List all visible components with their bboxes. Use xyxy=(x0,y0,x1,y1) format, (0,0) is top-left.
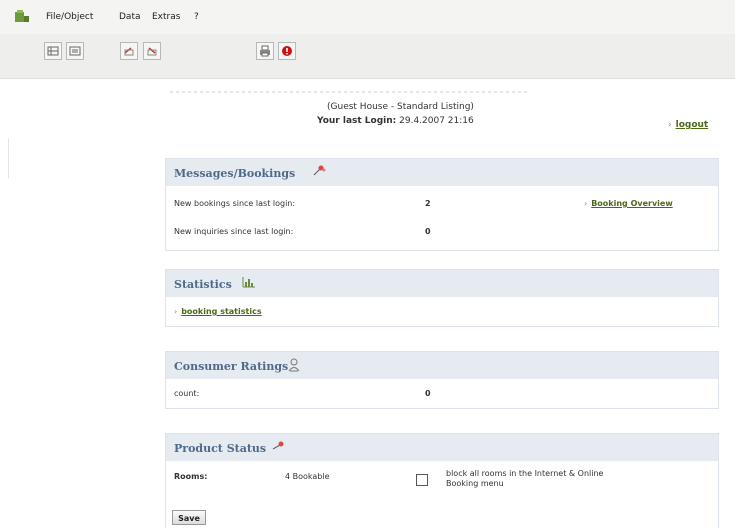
menu-file-object[interactable]: File/Object xyxy=(46,12,93,22)
ratings-panel: Consumer Ratings count: 0 xyxy=(165,351,719,409)
booking-overview: › Booking Overview xyxy=(584,199,673,208)
statistics-title: Statistics xyxy=(174,278,232,291)
rooms-label: Rooms: xyxy=(174,472,208,481)
messages-panel: Messages/Bookings New bookings since las… xyxy=(165,158,719,251)
divider xyxy=(170,91,530,93)
booking-statistics: › booking statistics xyxy=(174,307,262,316)
bullet-icon: › xyxy=(174,307,178,316)
left-margin xyxy=(0,138,9,178)
block-rooms-checkbox[interactable] xyxy=(416,474,428,486)
pin-icon xyxy=(312,165,326,180)
menu-help[interactable]: ? xyxy=(194,12,199,22)
messages-panel-header: Messages/Bookings xyxy=(166,159,718,186)
menu-data[interactable]: Data xyxy=(119,12,141,22)
logout-link[interactable]: logout xyxy=(676,120,709,130)
ratings-panel-header: Consumer Ratings xyxy=(166,352,718,379)
listing-type: (Guest House - Standard Listing) xyxy=(327,102,474,112)
grid-view-icon[interactable] xyxy=(44,42,62,60)
last-login-value: 29.4.2007 21:16 xyxy=(399,116,474,126)
bar-chart-icon xyxy=(242,276,256,291)
menu-bar: File/Object Data Extras ? xyxy=(0,0,735,34)
toolbar xyxy=(0,34,735,79)
bullet-icon: › xyxy=(668,120,672,130)
block-rooms-label-line1: block all rooms in the Internet & Online xyxy=(446,469,604,478)
list-view-icon[interactable] xyxy=(66,42,84,60)
new-bookings-value: 2 xyxy=(425,199,431,208)
booking-statistics-link[interactable]: booking statistics xyxy=(181,307,261,316)
booking-overview-link[interactable]: Booking Overview xyxy=(591,199,673,208)
stop-icon[interactable] xyxy=(278,42,296,60)
messages-title: Messages/Bookings xyxy=(174,167,296,180)
new-inquiries-value: 0 xyxy=(425,227,431,236)
bullet-icon: › xyxy=(584,199,588,208)
back-icon[interactable] xyxy=(120,42,138,60)
app-icon[interactable] xyxy=(14,9,30,23)
last-login-label: Your last Login: xyxy=(317,116,397,126)
pin-icon xyxy=(272,440,286,455)
ratings-title: Consumer Ratings xyxy=(174,360,289,373)
forward-icon[interactable] xyxy=(143,42,161,60)
rooms-value: 4 Bookable xyxy=(285,472,330,481)
block-rooms-text: block all rooms in the Internet & Online… xyxy=(446,469,603,489)
new-inquiries-label: New inquiries since last login: xyxy=(174,227,294,236)
statistics-panel-header: Statistics xyxy=(166,270,718,297)
block-rooms-label-line2: Booking menu xyxy=(446,479,504,488)
person-icon xyxy=(288,358,300,375)
product-status-header: Product Status xyxy=(166,434,718,461)
statistics-panel: Statistics › booking statistics xyxy=(165,269,719,327)
last-login: Your last Login: 29.4.2007 21:16 xyxy=(317,116,474,126)
ratings-count-value: 0 xyxy=(425,389,431,398)
menu-extras[interactable]: Extras xyxy=(152,12,180,22)
print-icon[interactable] xyxy=(256,42,274,60)
logout: › logout xyxy=(668,120,708,130)
save-button[interactable]: Save xyxy=(172,510,206,525)
new-bookings-label: New bookings since last login: xyxy=(174,199,296,208)
product-status-title: Product Status xyxy=(174,442,267,455)
product-status-panel: Product Status Rooms: 4 Bookable block a… xyxy=(165,433,719,528)
ratings-count-label: count: xyxy=(174,389,200,398)
